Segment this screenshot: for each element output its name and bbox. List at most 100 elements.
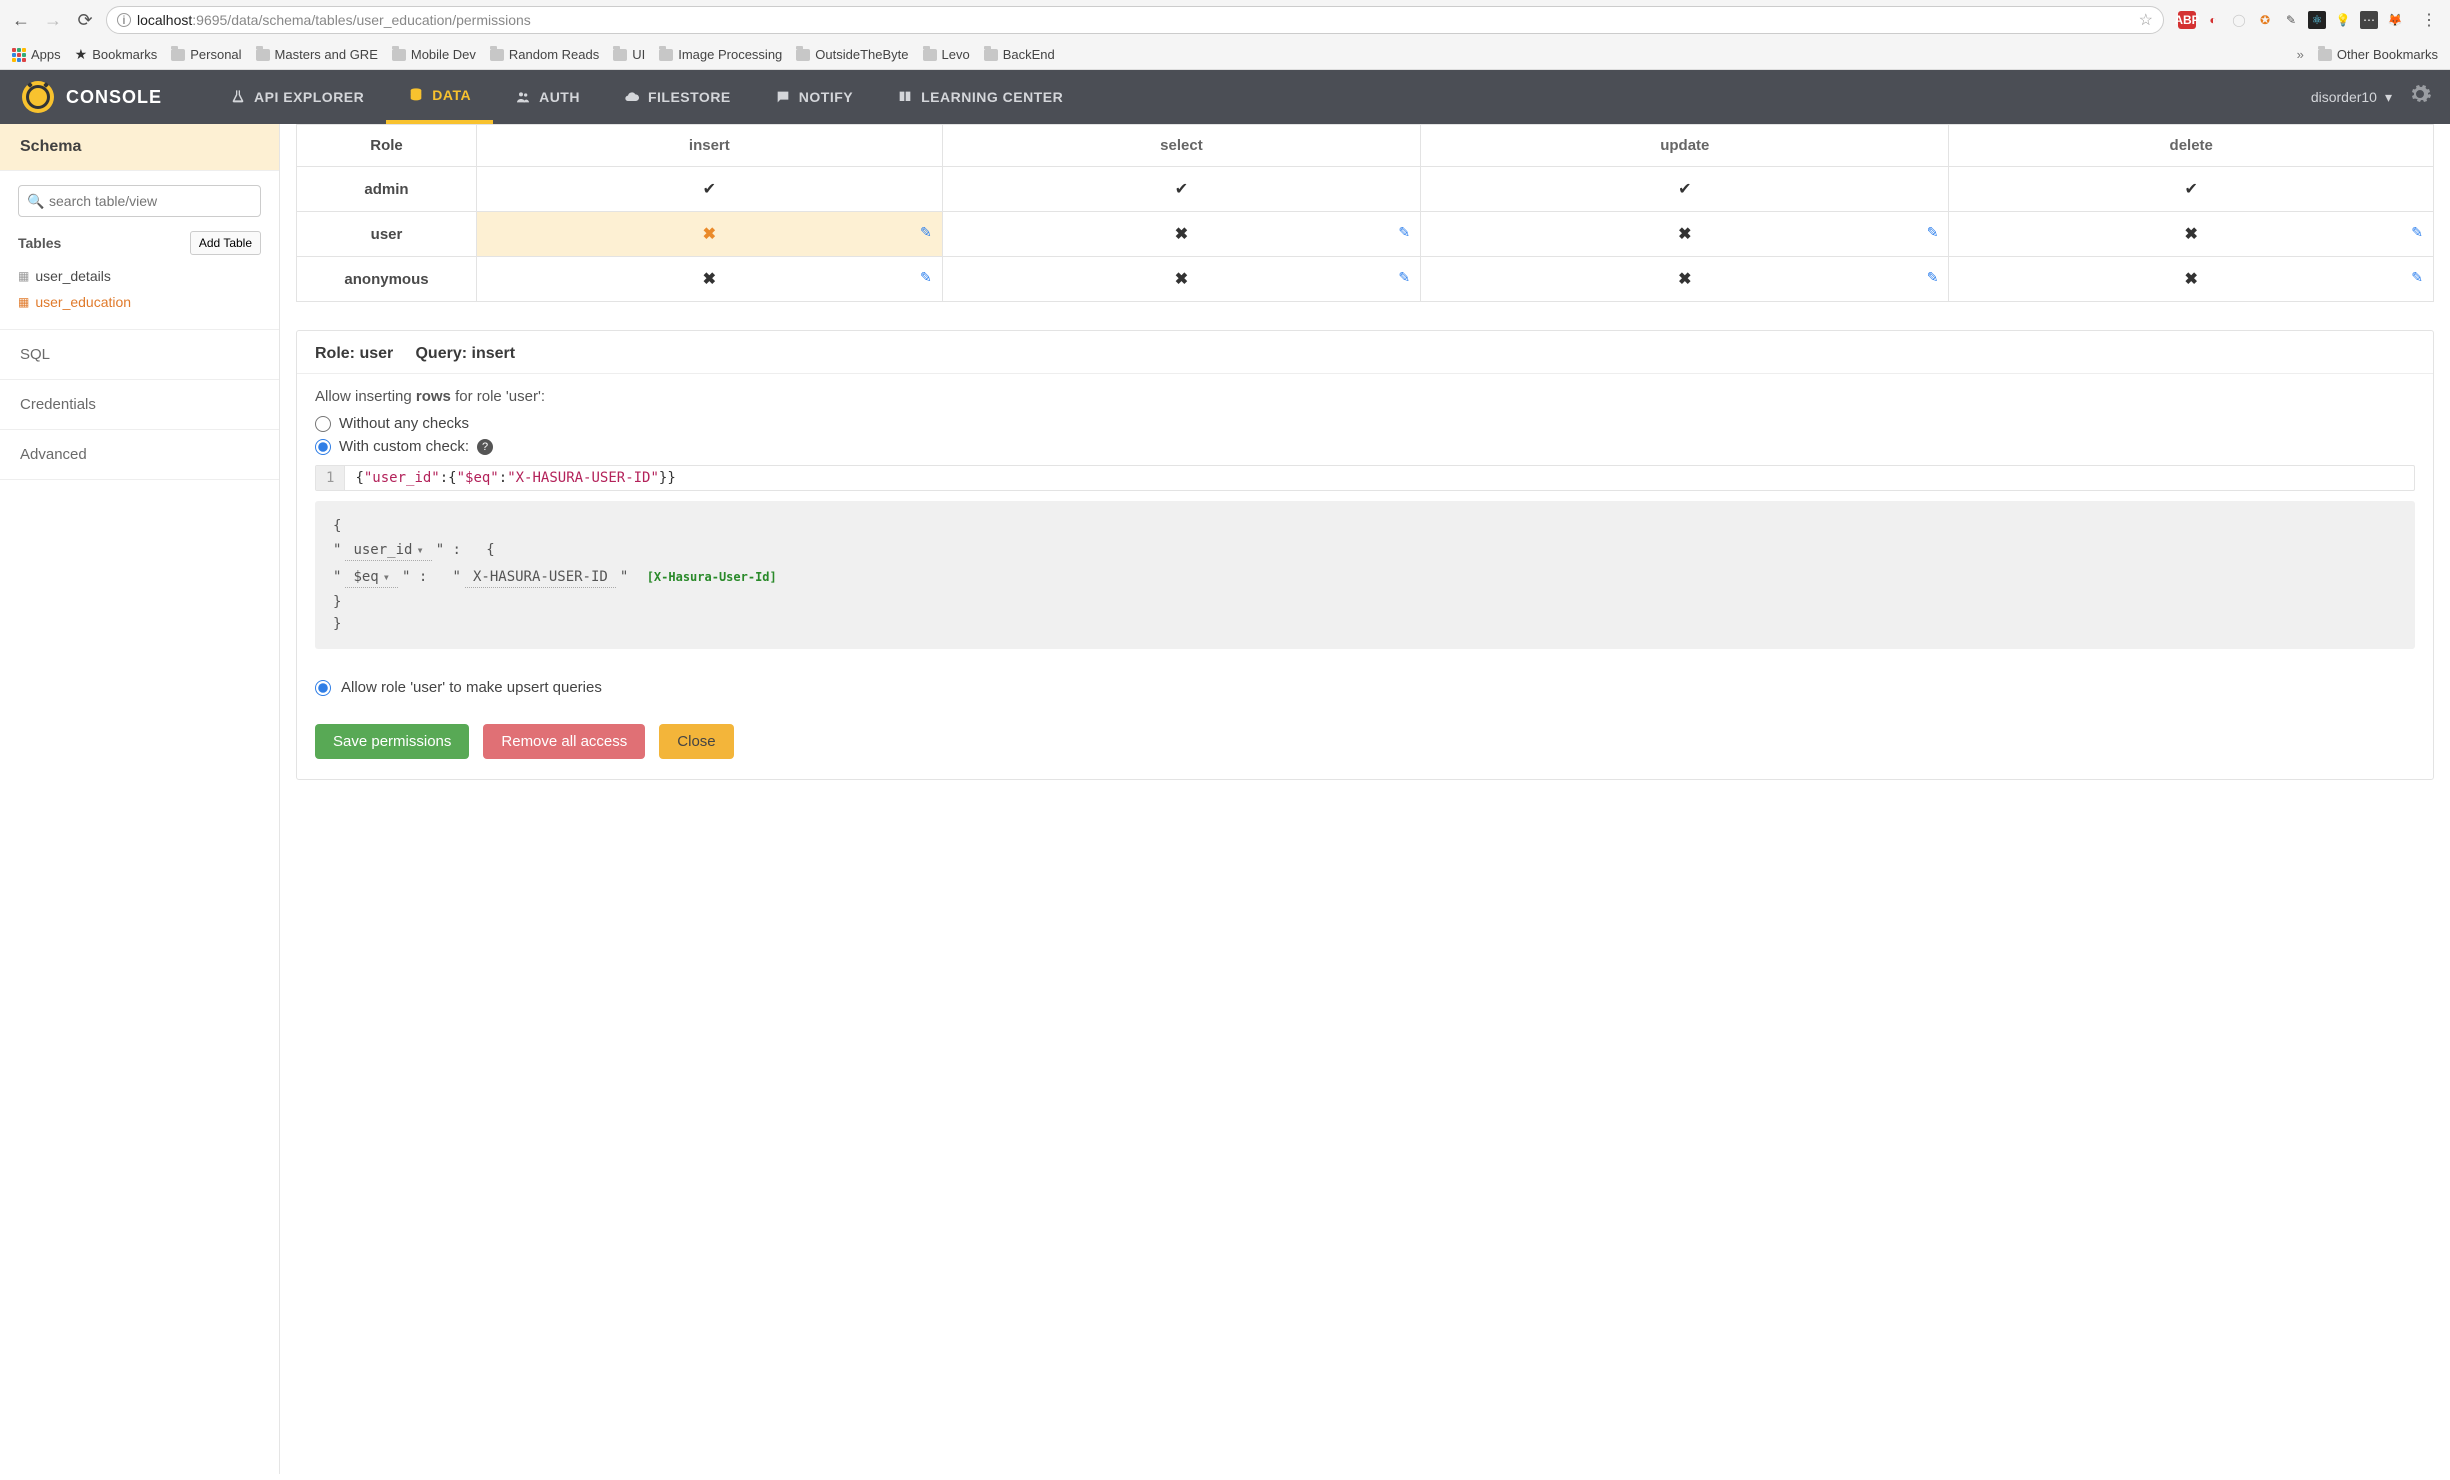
- sidebar-link-sql[interactable]: SQL: [0, 330, 279, 380]
- browser-chrome: ← → ⟳ i localhost:9695/data/schema/table…: [0, 0, 2450, 70]
- folder-icon: [490, 49, 504, 61]
- bookmark-folder[interactable]: Levo: [923, 47, 970, 62]
- x-icon: ✖: [703, 271, 716, 288]
- search-input[interactable]: [18, 185, 261, 217]
- other-bookmarks[interactable]: Other Bookmarks: [2318, 47, 2438, 62]
- sidebar: Schema 🔍 Tables Add Table ▦ user_details…: [0, 124, 280, 1474]
- role-cell: admin: [297, 167, 477, 212]
- perm-cell[interactable]: ✖✎: [1949, 257, 2434, 302]
- star-icon: ★: [75, 46, 88, 63]
- perm-cell[interactable]: ✖✎: [477, 257, 943, 302]
- radio-input[interactable]: [315, 416, 331, 432]
- url-bar[interactable]: i localhost:9695/data/schema/tables/user…: [106, 6, 2164, 34]
- schema-heading[interactable]: Schema: [0, 124, 279, 171]
- table-item-user-details[interactable]: ▦ user_details: [18, 263, 261, 289]
- bookmark-folder[interactable]: Random Reads: [490, 47, 599, 62]
- edit-icon[interactable]: ✎: [920, 224, 932, 241]
- code-editor[interactable]: 1 {"user_id":{"$eq":"X-HASURA-USER-ID"}}: [315, 465, 2415, 491]
- tab-data[interactable]: DATA: [386, 70, 493, 124]
- perm-cell[interactable]: ✖✎: [477, 212, 943, 257]
- edit-icon[interactable]: ✎: [1927, 269, 1939, 286]
- perm-cell: ✔: [477, 167, 943, 212]
- x-icon: ✖: [1175, 226, 1188, 243]
- menu-button[interactable]: ⋮: [2418, 9, 2440, 31]
- bookmark-folder[interactable]: OutsideTheByte: [796, 47, 908, 62]
- console-title: CONSOLE: [66, 87, 162, 108]
- forward-button[interactable]: →: [42, 9, 64, 31]
- edit-icon[interactable]: ✎: [1398, 224, 1410, 241]
- search-icon: 🔍: [27, 193, 44, 210]
- table-item-user-education[interactable]: ▦ user_education: [18, 289, 261, 315]
- edit-icon[interactable]: ✎: [2411, 224, 2423, 241]
- tab-api-explorer[interactable]: API EXPLORER: [208, 70, 386, 124]
- edit-icon[interactable]: ✎: [1398, 269, 1410, 286]
- apps-shortcut[interactable]: Apps: [12, 47, 61, 62]
- value-input[interactable]: X-HASURA-USER-ID: [465, 567, 616, 588]
- perm-cell[interactable]: ✖✎: [1421, 212, 1949, 257]
- upsert-checkbox-row[interactable]: Allow role 'user' to make upsert queries: [315, 679, 2415, 696]
- react-icon[interactable]: ⚛: [2308, 11, 2326, 29]
- value-hint: [X-Hasura-User-Id]: [647, 570, 777, 584]
- perm-row-admin: admin ✔ ✔ ✔ ✔: [297, 167, 2434, 212]
- info-icon[interactable]: i: [117, 13, 131, 27]
- allow-text: Allow inserting rows for role 'user':: [315, 388, 2415, 405]
- eyedropper-icon[interactable]: ✎: [2282, 11, 2300, 29]
- col-insert: insert: [477, 125, 943, 167]
- ext-icon-1[interactable]: ◯: [2230, 11, 2248, 29]
- reload-button[interactable]: ⟳: [74, 9, 96, 31]
- perm-cell[interactable]: ✖✎: [1949, 212, 2434, 257]
- perm-row-user: user ✖✎ ✖✎ ✖✎ ✖✎: [297, 212, 2434, 257]
- remove-access-button[interactable]: Remove all access: [483, 724, 645, 759]
- bookmark-folder[interactable]: Masters and GRE: [256, 47, 378, 62]
- field-select[interactable]: user_id▾: [345, 540, 431, 561]
- edit-icon[interactable]: ✎: [2411, 269, 2423, 286]
- check-icon: ✔: [1678, 181, 1691, 198]
- abp-icon[interactable]: ABP: [2178, 11, 2196, 29]
- flask-icon: [230, 89, 246, 105]
- ext-icon-3[interactable]: ⋯: [2360, 11, 2378, 29]
- edit-icon[interactable]: ✎: [920, 269, 932, 286]
- ublock-icon[interactable]: ◐: [2204, 11, 2222, 29]
- bookmark-folder[interactable]: Image Processing: [659, 47, 782, 62]
- star-icon[interactable]: ☆: [2139, 10, 2153, 30]
- back-button[interactable]: ←: [10, 9, 32, 31]
- tab-filestore[interactable]: FILESTORE: [602, 70, 753, 124]
- bulb-icon[interactable]: 💡: [2334, 11, 2352, 29]
- add-table-button[interactable]: Add Table: [190, 231, 261, 255]
- perm-cell[interactable]: ✖✎: [1421, 257, 1949, 302]
- help-icon[interactable]: ?: [477, 439, 493, 455]
- permission-editor: Role: user Query: insert Allow inserting…: [296, 330, 2434, 780]
- radio-input[interactable]: [315, 439, 331, 455]
- operator-select[interactable]: $eq▾: [345, 567, 398, 588]
- perm-cell[interactable]: ✖✎: [942, 257, 1420, 302]
- save-button[interactable]: Save permissions: [315, 724, 469, 759]
- settings-button[interactable]: [2408, 82, 2432, 112]
- bookmark-item[interactable]: ★Bookmarks: [75, 46, 158, 63]
- ext-icon-2[interactable]: ✪: [2256, 11, 2274, 29]
- table-icon: ▦: [18, 269, 29, 283]
- ext-icon-4[interactable]: 🦊: [2386, 11, 2404, 29]
- radio-with-custom[interactable]: With custom check: ?: [315, 438, 2415, 455]
- sidebar-link-credentials[interactable]: Credentials: [0, 380, 279, 430]
- radio-without-checks[interactable]: Without any checks: [315, 415, 2415, 432]
- tables-label: Tables: [18, 235, 61, 251]
- user-dropdown[interactable]: disorder10 ▾: [2311, 89, 2392, 106]
- perm-cell: ✔: [1949, 167, 2434, 212]
- upsert-checkbox[interactable]: [315, 680, 331, 696]
- sidebar-link-advanced[interactable]: Advanced: [0, 430, 279, 480]
- tab-auth[interactable]: AUTH: [493, 70, 602, 124]
- perm-row-anonymous: anonymous ✖✎ ✖✎ ✖✎ ✖✎: [297, 257, 2434, 302]
- bookmark-folder[interactable]: BackEnd: [984, 47, 1055, 62]
- x-icon: ✖: [2185, 271, 2198, 288]
- tab-notify[interactable]: NOTIFY: [753, 70, 875, 124]
- perm-cell[interactable]: ✖✎: [942, 212, 1420, 257]
- close-button[interactable]: Close: [659, 724, 733, 759]
- x-icon: ✖: [1175, 271, 1188, 288]
- bookmark-folder[interactable]: UI: [613, 47, 645, 62]
- bookmarks-overflow[interactable]: »: [2297, 47, 2304, 62]
- col-update: update: [1421, 125, 1949, 167]
- tab-learning-center[interactable]: LEARNING CENTER: [875, 70, 1085, 124]
- bookmark-folder[interactable]: Mobile Dev: [392, 47, 476, 62]
- edit-icon[interactable]: ✎: [1927, 224, 1939, 241]
- bookmark-folder[interactable]: Personal: [171, 47, 241, 62]
